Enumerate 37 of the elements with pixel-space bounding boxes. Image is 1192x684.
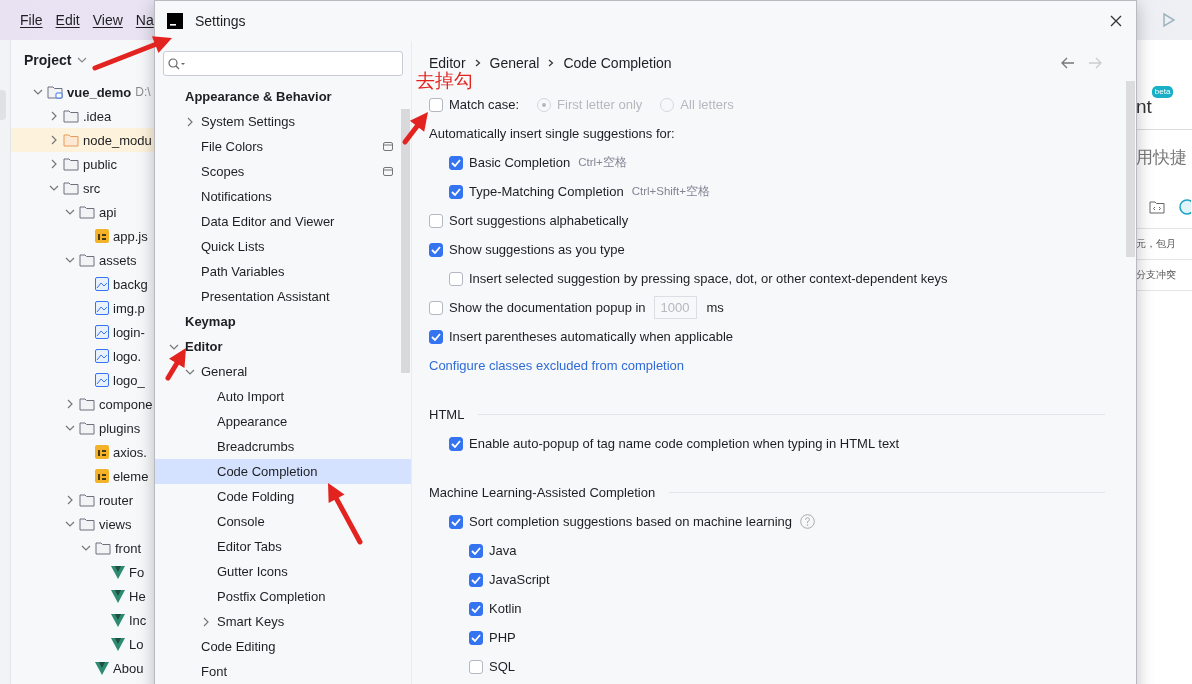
- annotation-text: 去掉勾: [416, 68, 473, 93]
- tree-item-label: logo_: [113, 372, 145, 388]
- tree-item-label: node_modu: [83, 132, 152, 148]
- tree-item-label: src: [83, 180, 101, 196]
- tree-item-label: assets: [99, 252, 137, 268]
- tree-item-label: eleme: [113, 468, 149, 484]
- project-path: D:\: [135, 85, 151, 99]
- tree-item-label: logo.: [113, 348, 142, 364]
- tree-item-label: api: [99, 204, 117, 220]
- tree-item-label: Inc: [129, 612, 147, 628]
- tree-item-label: He: [129, 588, 146, 604]
- tree-item-label: Lo: [129, 636, 144, 652]
- unit-label: ms: [706, 300, 724, 315]
- group-label: Automatically insert single suggestions for:: [429, 126, 675, 141]
- section-title: Machine Learning-Assisted Completion: [429, 485, 656, 500]
- panel-text: 用快捷: [1136, 147, 1188, 169]
- tree-item-label: public: [83, 156, 117, 172]
- tree-item-label: front: [115, 540, 141, 556]
- shortcut-hint: Ctrl+空格: [578, 155, 627, 170]
- tree-item-label: views: [99, 516, 132, 532]
- tree-item-label: compone: [99, 396, 153, 412]
- tree-item-label: Abou: [113, 660, 144, 676]
- tree-item-label: .idea: [83, 108, 112, 124]
- beta-badge: beta: [1151, 86, 1174, 98]
- window-title: Settings: [195, 13, 246, 29]
- tree-item-label: vue_demo: [67, 84, 132, 100]
- tree-item-label: Fo: [129, 564, 145, 580]
- shortcut-hint: Ctrl+Shift+空格: [631, 184, 710, 199]
- tree-item-label: backg: [113, 276, 148, 292]
- tree-item-label: login-: [113, 324, 145, 340]
- panel-title: nt: [1136, 96, 1152, 118]
- tree-item-label: axios.: [113, 444, 147, 460]
- section-title: HTML: [429, 407, 465, 422]
- tree-item-label: img.p: [113, 300, 145, 316]
- tree-item-label: router: [99, 492, 133, 508]
- tree-item-label: app.js: [113, 228, 148, 244]
- tree-item-label: plugins: [99, 420, 141, 436]
